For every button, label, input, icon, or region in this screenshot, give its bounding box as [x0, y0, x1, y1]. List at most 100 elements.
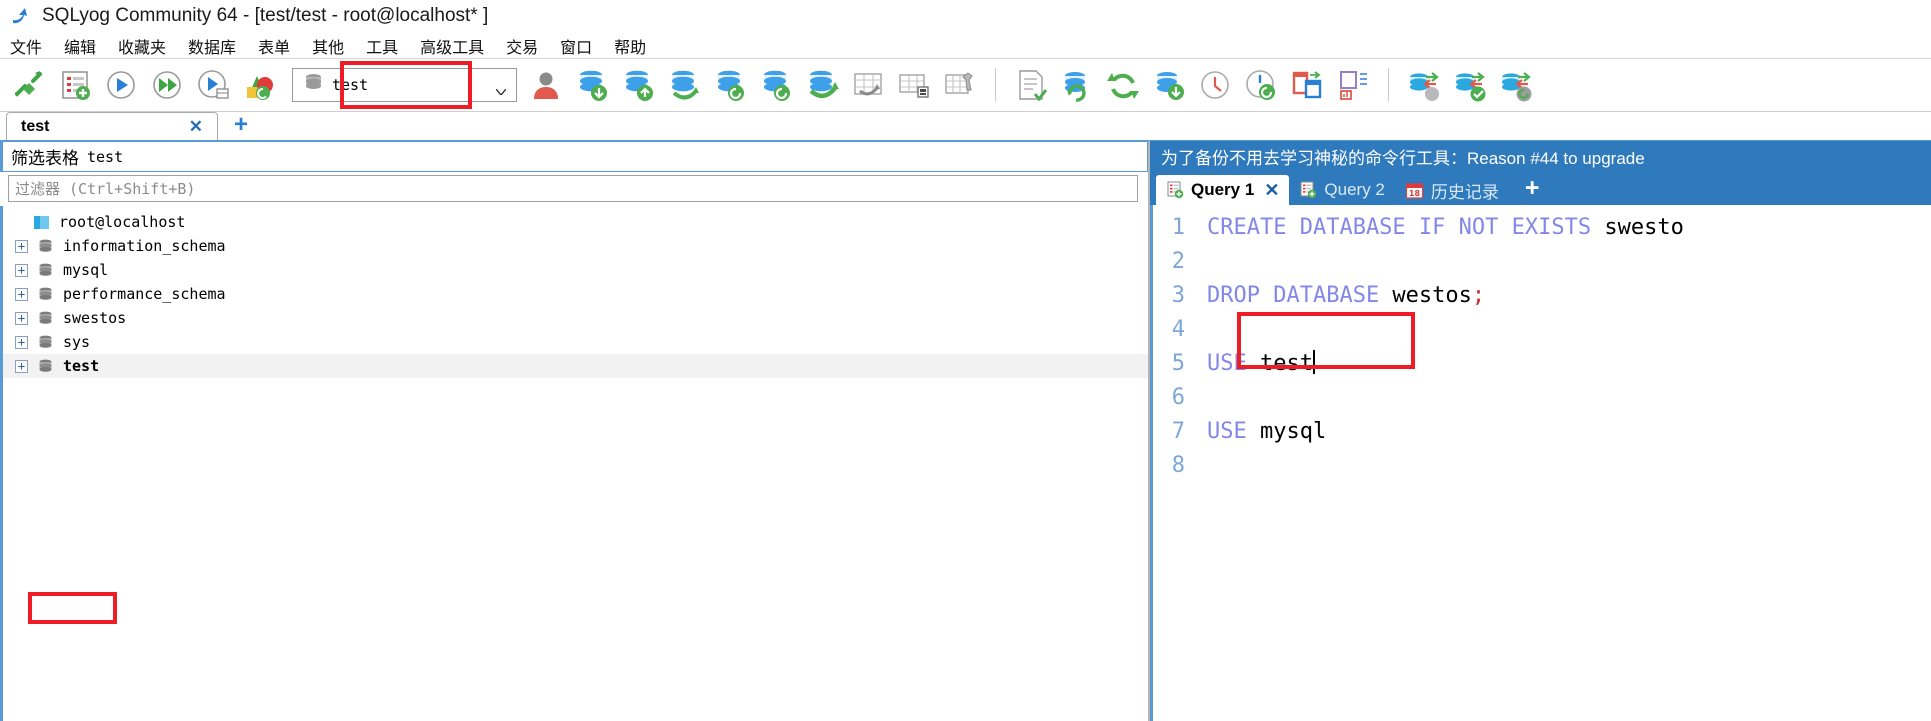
data-sync-button[interactable]: [1401, 62, 1447, 108]
execute-all-queries-button[interactable]: [144, 62, 190, 108]
filter-header: 筛选表格 test: [0, 141, 1148, 172]
table-tools-button[interactable]: [937, 62, 983, 108]
code-area[interactable]: CREATE DATABASE IF NOT EXISTS swesto DRO…: [1193, 205, 1931, 721]
menu-tools[interactable]: 工具: [366, 34, 398, 58]
query-tab-label: Query 2: [1324, 180, 1385, 199]
flush-database-button[interactable]: [1146, 62, 1192, 108]
form-view-button[interactable]: [1330, 62, 1376, 108]
new-query-tab-button[interactable]: [52, 62, 98, 108]
sql-identifier: westos: [1379, 283, 1472, 308]
sql-keyword: USE: [1207, 419, 1247, 444]
line-number: 2: [1171, 249, 1185, 274]
export-database-button[interactable]: [615, 62, 661, 108]
split-view-button[interactable]: [1284, 62, 1330, 108]
tree-item-label: performance_schema: [63, 285, 226, 303]
copy-database-button[interactable]: [753, 62, 799, 108]
query-tab-1[interactable]: Query 1 ✕: [1156, 175, 1290, 205]
chevron-down-icon[interactable]: [495, 82, 507, 97]
tree-item-label: information_schema: [63, 237, 226, 255]
restore-database-button[interactable]: [707, 62, 753, 108]
sync-database-button[interactable]: [799, 62, 845, 108]
main-toolbar: test: [0, 59, 1931, 112]
user-manager-button[interactable]: [523, 62, 569, 108]
table-diagnostics-button[interactable]: [845, 62, 891, 108]
sql-identifier: mysql: [1246, 419, 1327, 444]
sql-semicolon: ;: [1471, 283, 1486, 308]
close-icon[interactable]: ✕: [1264, 180, 1279, 201]
filter-header-label: 筛选表格: [11, 149, 79, 168]
add-tab-button[interactable]: +: [234, 111, 248, 139]
toolbar-separator-2: [1388, 68, 1389, 102]
expander-icon[interactable]: +: [15, 239, 28, 253]
query-pane: 为了备份不用去学习神秘的命令行工具：Reason #44 to upgrade …: [1150, 141, 1931, 721]
database-tree: root@localhost + information_schema + my…: [0, 206, 1148, 721]
sql-keyword: DROP DATABASE: [1207, 283, 1380, 308]
close-icon[interactable]: ✕: [183, 117, 209, 137]
query-tab-history[interactable]: 18 历史记录: [1395, 175, 1509, 205]
doc-tab-test[interactable]: test ✕: [6, 112, 218, 140]
code-line-3: DROP DATABASE westos;: [1207, 279, 1931, 313]
expander-icon[interactable]: +: [15, 263, 28, 277]
tree-item-performance_schema[interactable]: + performance_schema: [3, 282, 1148, 306]
database-icon: [37, 310, 54, 327]
refresh-object-browser-button[interactable]: [1054, 62, 1100, 108]
tree-item-sys[interactable]: + sys: [3, 330, 1148, 354]
schema-designer-button[interactable]: [236, 62, 282, 108]
sql-keyword: CREATE DATABASE IF NOT EXISTS: [1207, 215, 1592, 240]
menu-database[interactable]: 数据库: [188, 34, 236, 58]
main-area: 筛选表格 test 过滤器 (Ctrl+Shift+B) root@localh…: [0, 141, 1931, 721]
expander-icon[interactable]: +: [15, 311, 28, 325]
backup-database-button[interactable]: [661, 62, 707, 108]
import-external-data-button[interactable]: [569, 62, 615, 108]
query-tab-label: Query 1: [1191, 180, 1255, 199]
object-browser-pane: 筛选表格 test 过滤器 (Ctrl+Shift+B) root@localh…: [0, 141, 1150, 721]
data-sync-check-button[interactable]: [1447, 62, 1493, 108]
expander-icon[interactable]: +: [15, 287, 28, 301]
tree-item-root[interactable]: root@localhost: [3, 210, 1148, 234]
menu-help[interactable]: 帮助: [614, 34, 646, 58]
tree-item-test[interactable]: + test: [3, 354, 1148, 378]
scheduled-backup-button[interactable]: [1192, 62, 1238, 108]
filter-input[interactable]: 过滤器 (Ctrl+Shift+B): [8, 175, 1138, 202]
table-data-button[interactable]: [891, 62, 937, 108]
menu-table[interactable]: 表单: [258, 34, 290, 58]
refresh-button[interactable]: [1100, 62, 1146, 108]
new-connection-button[interactable]: [6, 62, 52, 108]
query-tab-2[interactable]: Query 2: [1289, 175, 1394, 205]
toolbar-separator-1: [995, 68, 996, 102]
code-line-7: USE mysql: [1207, 415, 1931, 449]
menu-favorites[interactable]: 收藏夹: [118, 34, 166, 58]
scheduled-job-button[interactable]: [1238, 62, 1284, 108]
add-query-tab-button[interactable]: +: [1525, 174, 1540, 203]
database-icon: [303, 72, 324, 98]
query-tab-bar: Query 1 ✕ Query 2 18 历史记录 +: [1150, 172, 1931, 205]
doc-tab-label: test: [21, 117, 50, 135]
menu-window[interactable]: 窗口: [560, 34, 592, 58]
code-line-1: CREATE DATABASE IF NOT EXISTS swesto: [1207, 211, 1931, 245]
expander-icon[interactable]: +: [15, 335, 28, 349]
save-results-button[interactable]: [1008, 62, 1054, 108]
menu-powertools[interactable]: 高级工具: [420, 34, 484, 58]
tree-item-mysql[interactable]: + mysql: [3, 258, 1148, 282]
window-title: SQLyog Community 64 - [test/test - root@…: [42, 5, 489, 26]
menu-edit[interactable]: 编辑: [64, 34, 96, 58]
menu-transaction[interactable]: 交易: [506, 34, 538, 58]
menu-file[interactable]: 文件: [10, 34, 42, 58]
menu-bar: 文件 编辑 收藏夹 数据库 表单 其他 工具 高级工具 交易 窗口 帮助: [0, 33, 1931, 59]
tree-item-label: test: [63, 357, 100, 375]
sql-editor[interactable]: 1 2 3 4 5 6 7 8 CREATE DATABASE IF NOT E…: [1150, 205, 1931, 721]
expander-icon[interactable]: +: [15, 359, 28, 373]
execute-query-button[interactable]: [98, 62, 144, 108]
database-selector[interactable]: test: [292, 68, 517, 102]
execute-query-new-tab-button[interactable]: [190, 62, 236, 108]
data-sync-refresh-button[interactable]: [1493, 62, 1539, 108]
code-line-5: USE test: [1207, 347, 1931, 381]
tree-item-label: mysql: [63, 261, 109, 279]
menu-other[interactable]: 其他: [312, 34, 344, 58]
tree-item-information_schema[interactable]: + information_schema: [3, 234, 1148, 258]
tree-item-swestos[interactable]: + swestos: [3, 306, 1148, 330]
